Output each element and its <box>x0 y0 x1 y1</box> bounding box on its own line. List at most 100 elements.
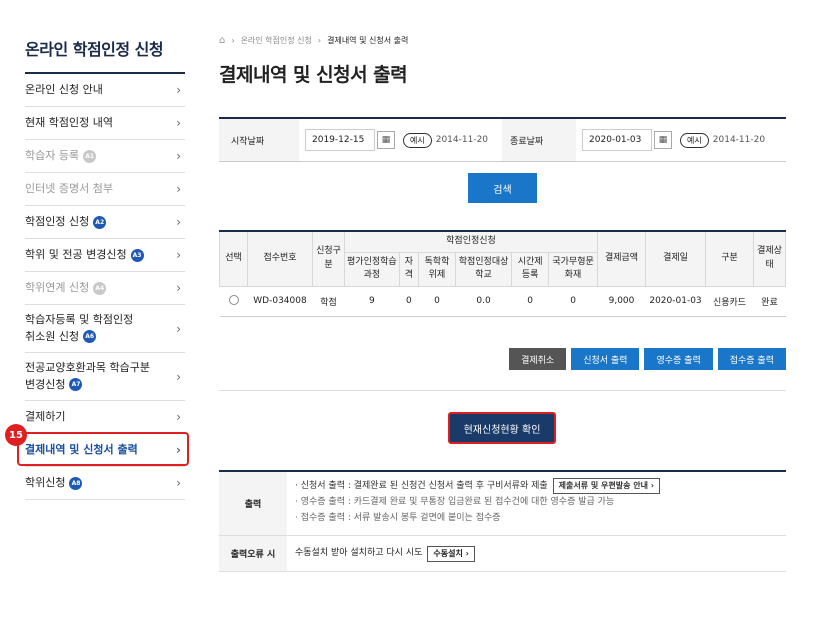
info-head-error: 출력오류 시 <box>219 536 287 571</box>
highlight-box <box>17 432 189 466</box>
example-pill: 예시 <box>403 132 432 148</box>
col-amount: 결제금액 <box>597 230 646 287</box>
col-apply-type: 신청구분 <box>312 230 345 287</box>
col-pay-date: 결제일 <box>645 230 706 287</box>
info-body-print: · 신청서 출력 : 결제완료 된 신청건 신청서 출력 후 구비서류와 제출 제… <box>287 472 786 535</box>
sidebar-item-label: 현재 학점인정 내역 <box>25 115 113 129</box>
col-sub-2: 자격 <box>398 251 419 287</box>
start-date-input[interactable]: 2019-12-15 <box>305 129 375 151</box>
cell-apply-type: 학점 <box>312 286 345 317</box>
col-receipt-no: 접수번호 <box>247 230 313 287</box>
info-line: · 영수증 출력 : 카드결제 완료 및 무통장 입금완료 된 접수건에 대한 … <box>295 496 615 507</box>
breadcrumb-item[interactable]: 온라인 학점인정 신청 <box>241 35 312 46</box>
example-pill: 예시 <box>680 132 709 148</box>
check-status-button[interactable]: 현재신청현황 확인 <box>448 412 556 444</box>
chevron-right-icon: › <box>176 281 181 295</box>
end-date-label: 종료날짜 <box>502 119 577 161</box>
sidebar-item-label: 결제하기 <box>25 409 66 423</box>
chevron-right-icon: › <box>176 248 181 262</box>
col-sub-6: 국가무형문화재 <box>548 251 598 287</box>
col-sub-1: 평가인정학습과정 <box>344 251 400 287</box>
sidebar-item-degree-link[interactable]: 학위연계 신청 A4 › <box>25 272 185 305</box>
chevron-right-icon: › <box>176 149 181 163</box>
info-row-error: 출력오류 시 수동설치 받아 설치하고 다시 시도 수동설치 › <box>219 536 786 572</box>
select-radio[interactable] <box>228 294 239 305</box>
info-line: · 신청서 출력 : 결제완료 된 신청건 신청서 출력 후 구비서류와 제출 제… <box>295 478 778 495</box>
info-line: · 접수증 출력 : 서류 발송시 봉투 겉면에 붙이는 접수증 <box>295 512 501 523</box>
cell-sub-5: 0 <box>511 286 549 317</box>
cell-sub-3: 0 <box>418 286 456 317</box>
sidebar-item-cancel-request[interactable]: 학습자등록 및 학점인정 취소원 신청 A6 › <box>25 305 185 353</box>
sidebar-item-label: 학점인정 신청 <box>25 214 90 228</box>
manual-install-button[interactable]: 수동설치 › <box>427 545 475 562</box>
page-title: 결제내역 및 신청서 출력 <box>219 64 408 86</box>
cell-amount: 9,000 <box>597 286 646 317</box>
info-head-print: 출력 <box>219 472 287 535</box>
sidebar-item-certificate-attach[interactable]: 인터넷 증명서 첨부 › <box>25 173 185 206</box>
select-radio-cell[interactable] <box>219 286 248 317</box>
col-method: 구분 <box>705 230 754 287</box>
sidebar-item-payment[interactable]: 결제하기 › <box>25 401 185 434</box>
divider <box>219 390 786 391</box>
calendar-icon[interactable]: ▦ <box>654 131 673 149</box>
chevron-right-icon: › <box>176 369 181 384</box>
sidebar-item-label: 학습자등록 및 학점인정 취소원 신청 A6 <box>25 313 134 343</box>
chevron-right-icon: › <box>176 215 181 229</box>
cancel-payment-button[interactable]: 결제취소 <box>509 348 567 370</box>
sidebar-item-label: 학위신청 <box>25 475 66 489</box>
cell-method: 신용카드 <box>705 286 754 317</box>
col-sub-5: 시간제등록 <box>511 251 550 287</box>
breadcrumb-separator-icon: › <box>231 35 235 45</box>
sidebar-item-course-type-change[interactable]: 전공교양호환과목 학습구분 변경신청 A7 › <box>25 353 185 401</box>
sidebar-item-degree-change[interactable]: 학위 및 전공 변경신청 A3 › <box>25 239 185 272</box>
step-badge: A4 <box>93 281 107 295</box>
breadcrumb: ⌂ › 온라인 학점인정 신청 › 결제내역 및 신청서 출력 <box>219 30 786 50</box>
step-badge: A8 <box>69 476 83 490</box>
cell-sub-2: 0 <box>399 286 419 317</box>
col-sub-4: 학점인정대상학교 <box>454 251 513 287</box>
sidebar-item-learner-registration[interactable]: 학습자 등록 A1 › <box>25 140 185 173</box>
chevron-right-icon: › <box>176 83 181 97</box>
step-badge: A7 <box>69 378 83 391</box>
info-table: 출력 · 신청서 출력 : 결제완료 된 신청건 신청서 출력 후 구비서류와 … <box>219 470 786 572</box>
sidebar-item-online-guide[interactable]: 온라인 신청 안내 › <box>25 74 185 107</box>
cell-status: 완료 <box>753 286 786 317</box>
print-acceptance-button[interactable]: 접수증 출력 <box>717 348 786 370</box>
col-sub-3: 독학학위제 <box>417 251 456 287</box>
sidebar-item-label: 온라인 신청 안내 <box>25 82 103 96</box>
end-date-input[interactable]: 2020-01-03 <box>582 129 653 151</box>
home-icon[interactable]: ⌂ <box>219 35 225 46</box>
action-buttons: 결제취소 신청서 출력 영수증 출력 접수증 출력 <box>509 348 786 370</box>
step-badge: A6 <box>83 330 97 343</box>
col-status: 결제상태 <box>753 230 786 287</box>
start-date-label: 시작날짜 <box>219 119 299 161</box>
chevron-right-icon: › <box>176 116 181 130</box>
calendar-icon[interactable]: ▦ <box>377 131 395 149</box>
sidebar-item-current-credits[interactable]: 현재 학점인정 내역 › <box>25 107 185 140</box>
step-badge: A3 <box>130 248 144 262</box>
sidebar-item-label: 전공교양호환과목 학습구분 변경신청 A7 <box>25 361 150 391</box>
search-button[interactable]: 검색 <box>468 173 537 203</box>
print-application-button[interactable]: 신청서 출력 <box>571 348 640 370</box>
sidebar: 온라인 학점인정 신청 온라인 신청 안내 › 현재 학점인정 내역 › 학습자 등… <box>25 30 185 500</box>
guide-button[interactable]: 제출서류 및 우편발송 안내 › <box>552 478 661 494</box>
main-content: ⌂ › 온라인 학점인정 신청 › 결제내역 및 신청서 출력 결제내역 및 신… <box>219 30 786 572</box>
step-badge: A1 <box>83 149 97 163</box>
sidebar-item-label: 인터넷 증명서 첨부 <box>25 181 113 195</box>
col-select: 선택 <box>219 230 248 287</box>
sidebar-item-credit-apply[interactable]: 학점인정 신청 A2 › <box>25 206 185 239</box>
sidebar-item-label: 학위 및 전공 변경신청 <box>25 247 127 261</box>
sidebar-item-label: 학습자 등록 <box>25 148 80 162</box>
col-group-credit: 학점인정신청 <box>344 230 598 253</box>
sidebar-item-degree-apply[interactable]: 학위신청 A8 › <box>25 467 185 500</box>
step-badge: A2 <box>93 215 107 229</box>
payment-table: 선택 접수번호 신청구분 학점인정신청 결제금액 결제일 구분 결제상태 평가인… <box>219 230 786 317</box>
info-body-error: 수동설치 받아 설치하고 다시 시도 수동설치 › <box>287 536 786 571</box>
chevron-right-icon: › <box>176 410 181 424</box>
example-date: 2014-11-20 <box>435 135 489 145</box>
sidebar-item-label: 학위연계 신청 <box>25 280 90 294</box>
search-form: 시작날짜 2019-12-15 ▦ 예시 2014-11-20 종료날짜 202… <box>219 117 786 162</box>
cell-sub-4: 0.0 <box>455 286 512 317</box>
print-receipt-button[interactable]: 영수증 출력 <box>644 348 713 370</box>
cell-pay-date: 2020-01-03 <box>645 286 706 317</box>
